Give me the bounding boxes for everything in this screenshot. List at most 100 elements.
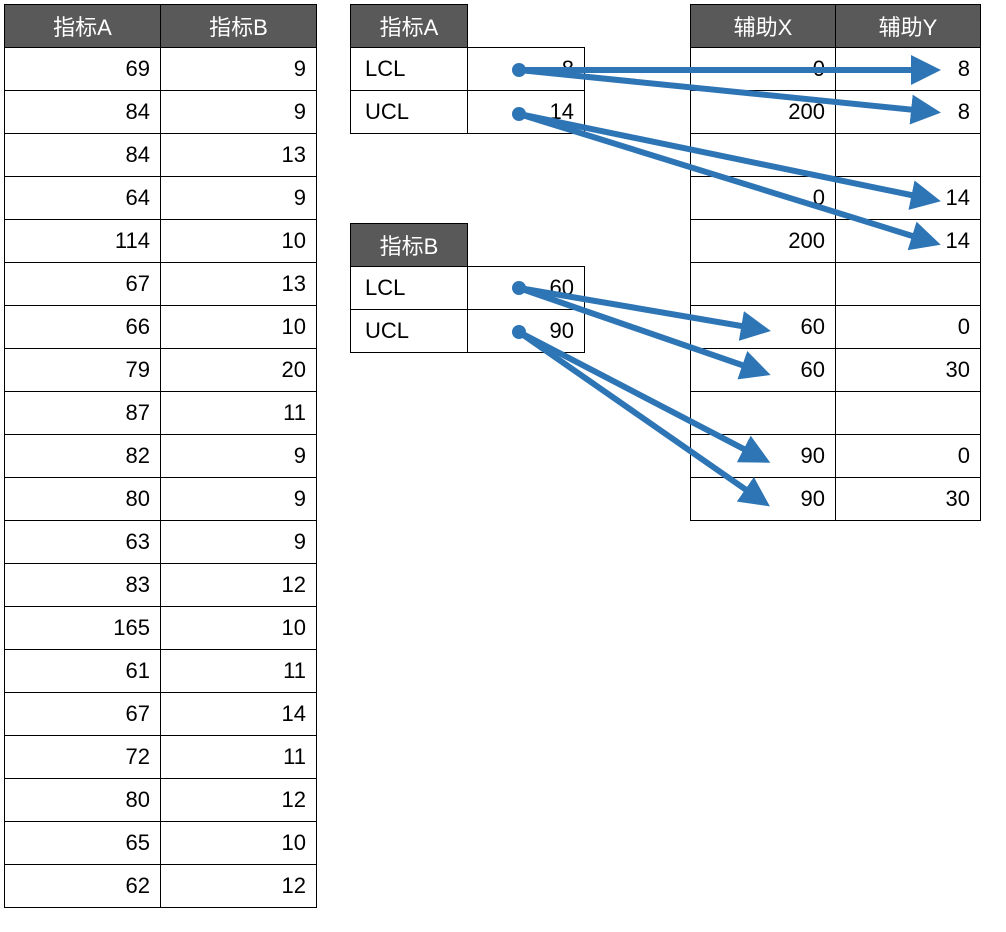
table-cell: 9 bbox=[161, 478, 317, 521]
main-header-a: 指标A bbox=[5, 5, 161, 48]
indicator-b-table: 指标B LCL60UCL90 bbox=[350, 223, 585, 353]
table-cell: 61 bbox=[5, 650, 161, 693]
table-row: 6714 bbox=[5, 693, 317, 736]
aux-y-cell: 30 bbox=[836, 478, 981, 521]
table-cell: 20 bbox=[161, 349, 317, 392]
table-cell: 13 bbox=[161, 263, 317, 306]
table-row: 900 bbox=[691, 435, 981, 478]
table-cell-empty bbox=[691, 392, 836, 435]
table-row: 9030 bbox=[691, 478, 981, 521]
table-cell-empty bbox=[691, 134, 836, 177]
table-cell: 9 bbox=[161, 91, 317, 134]
table-row: 16510 bbox=[5, 607, 317, 650]
table-cell: 79 bbox=[5, 349, 161, 392]
aux-x-cell: 90 bbox=[691, 478, 836, 521]
table-cell: 11 bbox=[161, 736, 317, 779]
indicator-label: UCL bbox=[351, 310, 468, 353]
table-cell-empty bbox=[836, 134, 981, 177]
table-cell: 10 bbox=[161, 306, 317, 349]
table-cell: 12 bbox=[161, 779, 317, 822]
aux-y-cell: 0 bbox=[836, 435, 981, 478]
table-cell: 84 bbox=[5, 91, 161, 134]
table-cell: 66 bbox=[5, 306, 161, 349]
table-row: UCL90 bbox=[351, 310, 585, 353]
table-row: 600 bbox=[691, 306, 981, 349]
table-cell: 165 bbox=[5, 607, 161, 650]
table-cell: 80 bbox=[5, 779, 161, 822]
table-row: 7920 bbox=[5, 349, 317, 392]
aux-header-y: 辅助Y bbox=[836, 5, 981, 48]
table-row: 8312 bbox=[5, 564, 317, 607]
table-row: 6510 bbox=[5, 822, 317, 865]
table-row: 8012 bbox=[5, 779, 317, 822]
indicator-label: LCL bbox=[351, 48, 468, 91]
indicator-value: 8 bbox=[468, 48, 585, 91]
table-cell: 64 bbox=[5, 177, 161, 220]
table-row: 11410 bbox=[5, 220, 317, 263]
aux-x-cell: 200 bbox=[691, 220, 836, 263]
table-cell: 9 bbox=[161, 48, 317, 91]
table-cell: 80 bbox=[5, 478, 161, 521]
aux-table: 辅助X 辅助Y 082008 01420014 6006030 9009030 bbox=[690, 4, 981, 521]
aux-header-x: 辅助X bbox=[691, 5, 836, 48]
indicator-value: 90 bbox=[468, 310, 585, 353]
table-cell: 14 bbox=[161, 693, 317, 736]
aux-x-cell: 0 bbox=[691, 48, 836, 91]
table-cell: 69 bbox=[5, 48, 161, 91]
table-cell: 67 bbox=[5, 263, 161, 306]
table-row: 6713 bbox=[5, 263, 317, 306]
table-cell: 10 bbox=[161, 607, 317, 650]
table-row: 829 bbox=[5, 435, 317, 478]
table-row bbox=[691, 263, 981, 306]
aux-y-cell: 0 bbox=[836, 306, 981, 349]
table-cell: 11 bbox=[161, 392, 317, 435]
table-cell: 12 bbox=[161, 564, 317, 607]
table-row: 6030 bbox=[691, 349, 981, 392]
main-data-table: 指标A 指标B 69984984136491141067136610792087… bbox=[4, 4, 317, 908]
table-cell: 114 bbox=[5, 220, 161, 263]
indicator-b-header: 指标B bbox=[351, 224, 468, 267]
table-row: 20014 bbox=[691, 220, 981, 263]
table-cell: 67 bbox=[5, 693, 161, 736]
table-cell: 83 bbox=[5, 564, 161, 607]
table-row: LCL8 bbox=[351, 48, 585, 91]
table-row bbox=[691, 134, 981, 177]
table-row: 809 bbox=[5, 478, 317, 521]
indicator-a-header: 指标A bbox=[351, 5, 468, 48]
table-cell: 87 bbox=[5, 392, 161, 435]
table-row: 8413 bbox=[5, 134, 317, 177]
table-cell-empty bbox=[836, 263, 981, 306]
table-cell: 84 bbox=[5, 134, 161, 177]
table-row: 6111 bbox=[5, 650, 317, 693]
aux-y-cell: 8 bbox=[836, 48, 981, 91]
table-row: 849 bbox=[5, 91, 317, 134]
table-row: 6212 bbox=[5, 865, 317, 908]
main-header-b: 指标B bbox=[161, 5, 317, 48]
table-row: 8711 bbox=[5, 392, 317, 435]
table-row: 7211 bbox=[5, 736, 317, 779]
table-row: 649 bbox=[5, 177, 317, 220]
table-cell: 12 bbox=[161, 865, 317, 908]
aux-x-cell: 60 bbox=[691, 349, 836, 392]
table-row: 639 bbox=[5, 521, 317, 564]
table-cell: 62 bbox=[5, 865, 161, 908]
table-cell: 82 bbox=[5, 435, 161, 478]
indicator-value: 14 bbox=[468, 91, 585, 134]
table-cell: 13 bbox=[161, 134, 317, 177]
table-cell: 72 bbox=[5, 736, 161, 779]
table-cell: 9 bbox=[161, 177, 317, 220]
table-cell: 10 bbox=[161, 822, 317, 865]
table-cell: 9 bbox=[161, 435, 317, 478]
indicator-value: 60 bbox=[468, 267, 585, 310]
table-cell: 63 bbox=[5, 521, 161, 564]
aux-x-cell: 0 bbox=[691, 177, 836, 220]
indicator-label: LCL bbox=[351, 267, 468, 310]
table-cell-empty bbox=[836, 392, 981, 435]
table-cell: 9 bbox=[161, 521, 317, 564]
aux-x-cell: 200 bbox=[691, 91, 836, 134]
indicator-label: UCL bbox=[351, 91, 468, 134]
table-cell: 10 bbox=[161, 220, 317, 263]
aux-y-cell: 14 bbox=[836, 220, 981, 263]
table-row: 2008 bbox=[691, 91, 981, 134]
table-row bbox=[691, 392, 981, 435]
